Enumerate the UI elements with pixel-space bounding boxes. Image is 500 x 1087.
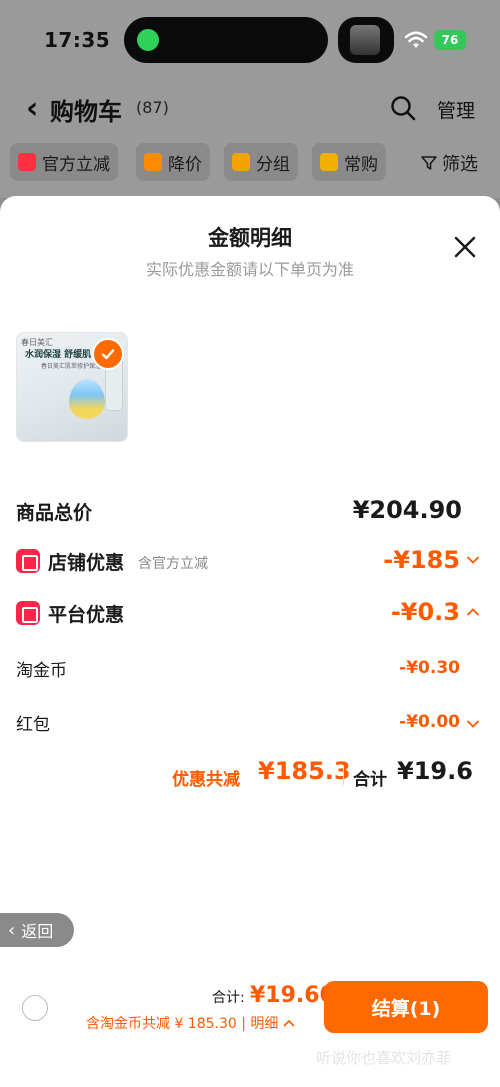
dynamic-island [124, 17, 328, 63]
shop-discount-label: 店铺优惠 [48, 552, 125, 574]
row-platform-discount[interactable]: 平台优惠 -¥0.3 [16, 596, 484, 632]
bag-icon [320, 153, 338, 171]
sheet-subtitle: 实际优惠金额请以下单页为准 [145, 260, 354, 279]
deduct-text: 含淘金币共减 ¥ 185.30 | 明细 [86, 1016, 279, 1032]
battery-level: 76 [441, 33, 459, 47]
cart-count: (87) [136, 98, 169, 117]
chip-group[interactable]: 分组 [224, 143, 298, 181]
coin-value: -¥0.30 [399, 658, 460, 678]
chevron-up-icon [283, 1019, 295, 1027]
chip-label: 分组 [256, 154, 290, 175]
activity-thumbnail [350, 25, 380, 55]
select-all-radio[interactable] [22, 995, 48, 1021]
total-value: ¥19.60 [250, 983, 335, 1008]
red-packet-label: 红包 [16, 715, 50, 735]
row-shop-discount[interactable]: 店铺优惠 含官方立减 -¥185 [16, 544, 484, 580]
red-packet-value: -¥0.00 [399, 712, 460, 732]
discount-total-label: 优惠共减 [172, 770, 240, 790]
deduct-detail-link[interactable]: 含淘金币共减 ¥ 185.30 | 明细 [86, 1013, 295, 1033]
total-label: 合计: [212, 990, 245, 1006]
filter-button[interactable]: 筛选 [420, 150, 478, 176]
chip-label: 降价 [168, 154, 202, 175]
return-button[interactable]: ‹ 返回 [0, 913, 74, 947]
sum-value: ¥19.6 [397, 757, 473, 785]
row-taojinbi: 淘金币 -¥0.30 [16, 652, 484, 688]
shop-discount-note: 含官方立减 [138, 556, 208, 572]
subtotal-label: 商品总价 [16, 502, 93, 524]
live-activity [338, 17, 394, 63]
back-chevron-icon[interactable]: ‹ [26, 94, 38, 124]
search-icon[interactable] [390, 95, 416, 121]
return-label: 返回 [21, 922, 54, 941]
checkmark-icon [92, 338, 124, 370]
row-subtotal: 商品总价 ¥204.90 [16, 494, 484, 530]
chevron-left-icon: ‹ [8, 919, 16, 941]
close-icon[interactable] [452, 234, 478, 260]
amount-detail-sheet: 金额明细 实际优惠金额请以下单页为准 春日美汇 水润保湿 舒缓肌 春日美汇肌萃修… [0, 196, 500, 1087]
wifi-icon [404, 31, 428, 48]
manage-button[interactable]: 管理 [437, 96, 475, 123]
shop-icon [16, 549, 40, 573]
filter-label: 筛选 [442, 154, 478, 175]
chevron-down-icon[interactable] [466, 717, 480, 731]
call-indicator-icon [134, 26, 162, 54]
chip-official-discount[interactable]: 官方立减 [10, 143, 118, 181]
chip-label: 常购 [344, 154, 378, 175]
chip-price-drop[interactable]: 降价 [136, 143, 210, 181]
chevron-down-icon[interactable] [466, 553, 480, 567]
chevron-up-icon[interactable] [466, 605, 480, 619]
folder-icon [232, 153, 250, 171]
filter-bar: 官方立减 降价 分组 常购 筛选 [0, 140, 500, 198]
row-red-packet[interactable]: 红包 -¥0.00 [16, 706, 484, 742]
discount-total-value: ¥185.3 [258, 757, 351, 785]
page-title: 购物车 [50, 98, 122, 126]
funnel-icon [421, 156, 437, 170]
divider [343, 765, 344, 785]
subtotal-value: ¥204.90 [352, 496, 462, 524]
down-arrow-icon [144, 153, 162, 171]
checkout-button[interactable]: 结算(1) [324, 981, 488, 1033]
sheet-title: 金额明细 [208, 226, 292, 250]
platform-discount-value: -¥0.3 [390, 598, 460, 626]
chip-frequent[interactable]: 常购 [312, 143, 386, 181]
coin-label: 淘金币 [16, 661, 67, 681]
bolt-icon [18, 153, 36, 171]
watermark: 听说你也喜欢刘亦菲 [316, 1049, 452, 1067]
checkout-bar: 合计: ¥19.60 含淘金币共减 ¥ 185.30 | 明细 结算(1) 听说… [0, 965, 500, 1087]
product-drop-graphic [69, 379, 105, 419]
status-time: 17:35 [44, 28, 111, 52]
product-headline: 水润保湿 舒缓肌 [25, 350, 92, 360]
platform-discount-label: 平台优惠 [48, 604, 125, 626]
discount-summary: 优惠共减 ¥185.3 合计 ¥19.6 [172, 757, 473, 791]
platform-icon [16, 601, 40, 625]
status-bar: 17:35 76 [0, 0, 500, 80]
battery-indicator: 76 [434, 30, 466, 50]
shop-discount-value: -¥185 [383, 546, 460, 574]
sum-label: 合计 [353, 770, 387, 790]
chip-label: 官方立减 [42, 154, 110, 175]
nav-bar: ‹ 购物车 (87) 管理 [0, 80, 500, 140]
